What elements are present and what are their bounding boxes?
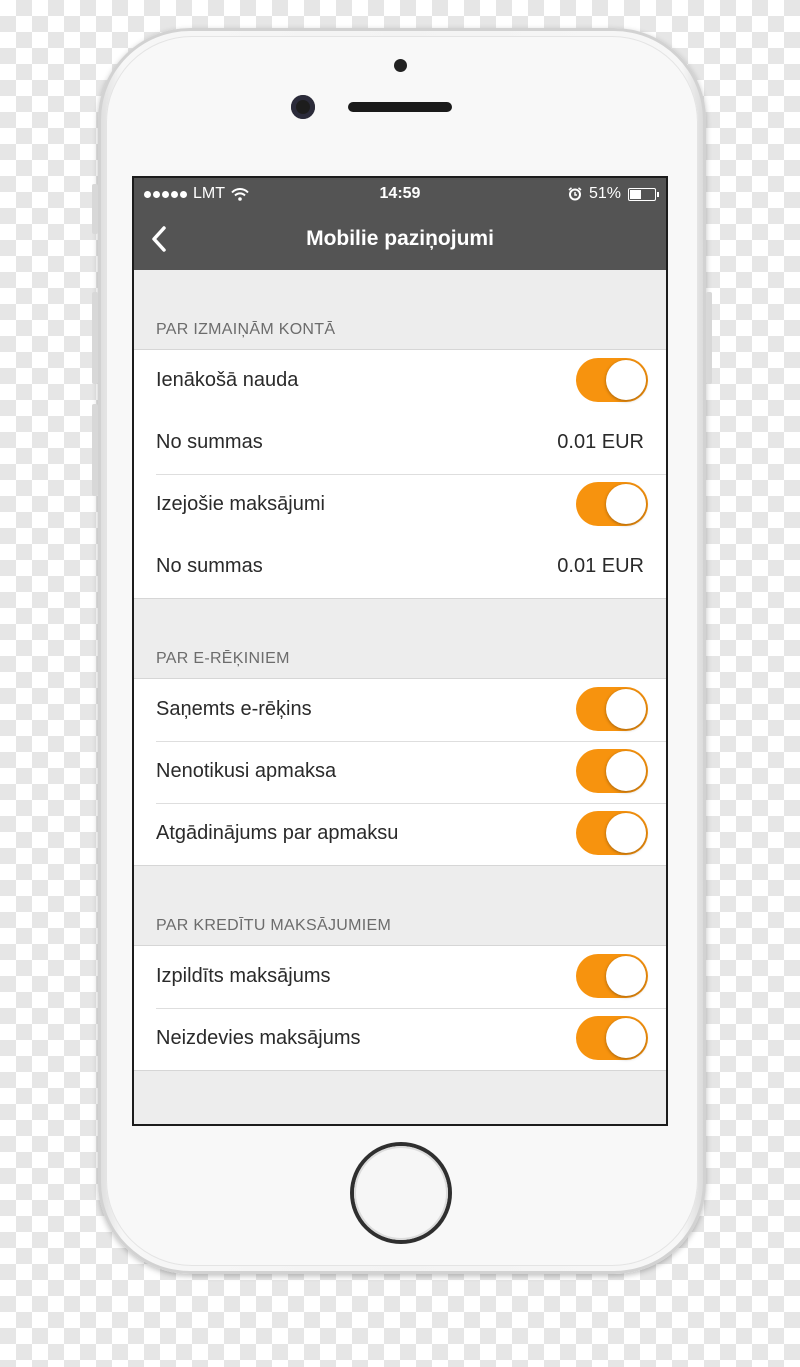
settings-list: PAR IZMAIŅĀM KONTĀ Ienākošā nauda No sum…	[134, 270, 666, 1071]
list-item-outgoing-min-amount[interactable]: No summas 0.01 EUR	[134, 536, 666, 598]
status-bar: LMT 14:59 51%	[134, 178, 666, 210]
toggle-knob	[606, 360, 646, 400]
earpiece-speaker	[348, 102, 452, 112]
home-button[interactable]	[354, 1146, 448, 1240]
battery-percent: 51%	[588, 185, 621, 202]
toggle-knob	[606, 484, 646, 524]
list-item-label: No summas	[156, 555, 263, 577]
outgoing-payments-toggle[interactable]	[576, 482, 648, 526]
section-header-label: PAR IZMAIŅĀM KONTĀ	[156, 321, 336, 338]
alarm-icon	[568, 187, 582, 201]
min-amount-value[interactable]: 0.01 EUR	[557, 431, 644, 454]
list-item-label: Izejošie maksājumi	[156, 493, 325, 515]
e-invoice-received-toggle[interactable]	[576, 687, 648, 731]
section-header-credit-payments: PAR KREDĪTU MAKSĀJUMIEM	[134, 866, 666, 945]
min-amount-value[interactable]: 0.01 EUR	[557, 555, 644, 578]
front-camera	[291, 95, 315, 119]
payment-executed-toggle[interactable]	[576, 954, 648, 998]
toggle-knob	[606, 1018, 646, 1058]
battery-icon	[628, 187, 659, 201]
toggle-knob	[606, 956, 646, 996]
list-item-label: Ienākošā nauda	[156, 369, 299, 391]
list-item-payment-reminder: Atgādinājums par apmaksu	[134, 803, 666, 865]
list-item-label: Neizdevies maksājums	[156, 1027, 361, 1049]
list-item-label: Izpildīts maksājums	[156, 965, 331, 987]
screen: LMT 14:59 51% Mobilie paziņojumi PAR IZM…	[132, 176, 668, 1126]
section-header-e-invoices: PAR E-RĒĶINIEM	[134, 599, 666, 678]
section-header-label: PAR E-RĒĶINIEM	[156, 650, 290, 667]
payment-not-made-toggle[interactable]	[576, 749, 648, 793]
page-title: Mobilie paziņojumi	[306, 227, 494, 250]
side-button-mute	[92, 184, 98, 234]
section-header-account-changes: PAR IZMAIŅĀM KONTĀ	[134, 270, 666, 349]
incoming-money-toggle[interactable]	[576, 358, 648, 402]
side-button-power	[706, 292, 712, 384]
proximity-sensor	[394, 59, 407, 72]
list-item-e-invoice-received: Saņemts e-rēķins	[134, 679, 666, 741]
battery-level-fill	[630, 189, 642, 199]
list-item-payment-failed: Nenotikusi apmaksa	[134, 741, 666, 803]
toggle-knob	[606, 813, 646, 853]
payment-reminder-toggle[interactable]	[576, 811, 648, 855]
section-credit-payments: Izpildīts maksājums Neizdevies maksājums	[134, 945, 666, 1071]
side-button-volume-down	[92, 404, 98, 496]
list-item-label: No summas	[156, 431, 263, 453]
payment-failed-toggle[interactable]	[576, 1016, 648, 1060]
status-right: 51%	[568, 185, 659, 203]
side-button-volume-up	[92, 292, 98, 384]
list-item-payment-failed-credit: Neizdevies maksājums	[134, 1008, 666, 1070]
section-account-changes: Ienākošā nauda No summas 0.01 EUR Izejoš…	[134, 349, 666, 599]
list-item-label: Saņemts e-rēķins	[156, 698, 312, 720]
list-item-label: Atgādinājums par apmaksu	[156, 822, 399, 844]
toggle-knob	[606, 689, 646, 729]
section-e-invoices: Saņemts e-rēķins Nenotikusi apmaksa Atgā…	[134, 678, 666, 866]
navigation-bar: Mobilie paziņojumi	[134, 210, 666, 270]
list-item-incoming-min-amount[interactable]: No summas 0.01 EUR	[134, 412, 666, 474]
section-header-label: PAR KREDĪTU MAKSĀJUMIEM	[156, 917, 392, 934]
list-item-incoming-money: Ienākošā nauda	[134, 350, 666, 412]
list-item-outgoing-payments: Izejošie maksājumi	[134, 474, 666, 536]
list-item-label: Nenotikusi apmaksa	[156, 760, 337, 782]
list-item-payment-executed: Izpildīts maksājums	[134, 946, 666, 1008]
toggle-knob	[606, 751, 646, 791]
